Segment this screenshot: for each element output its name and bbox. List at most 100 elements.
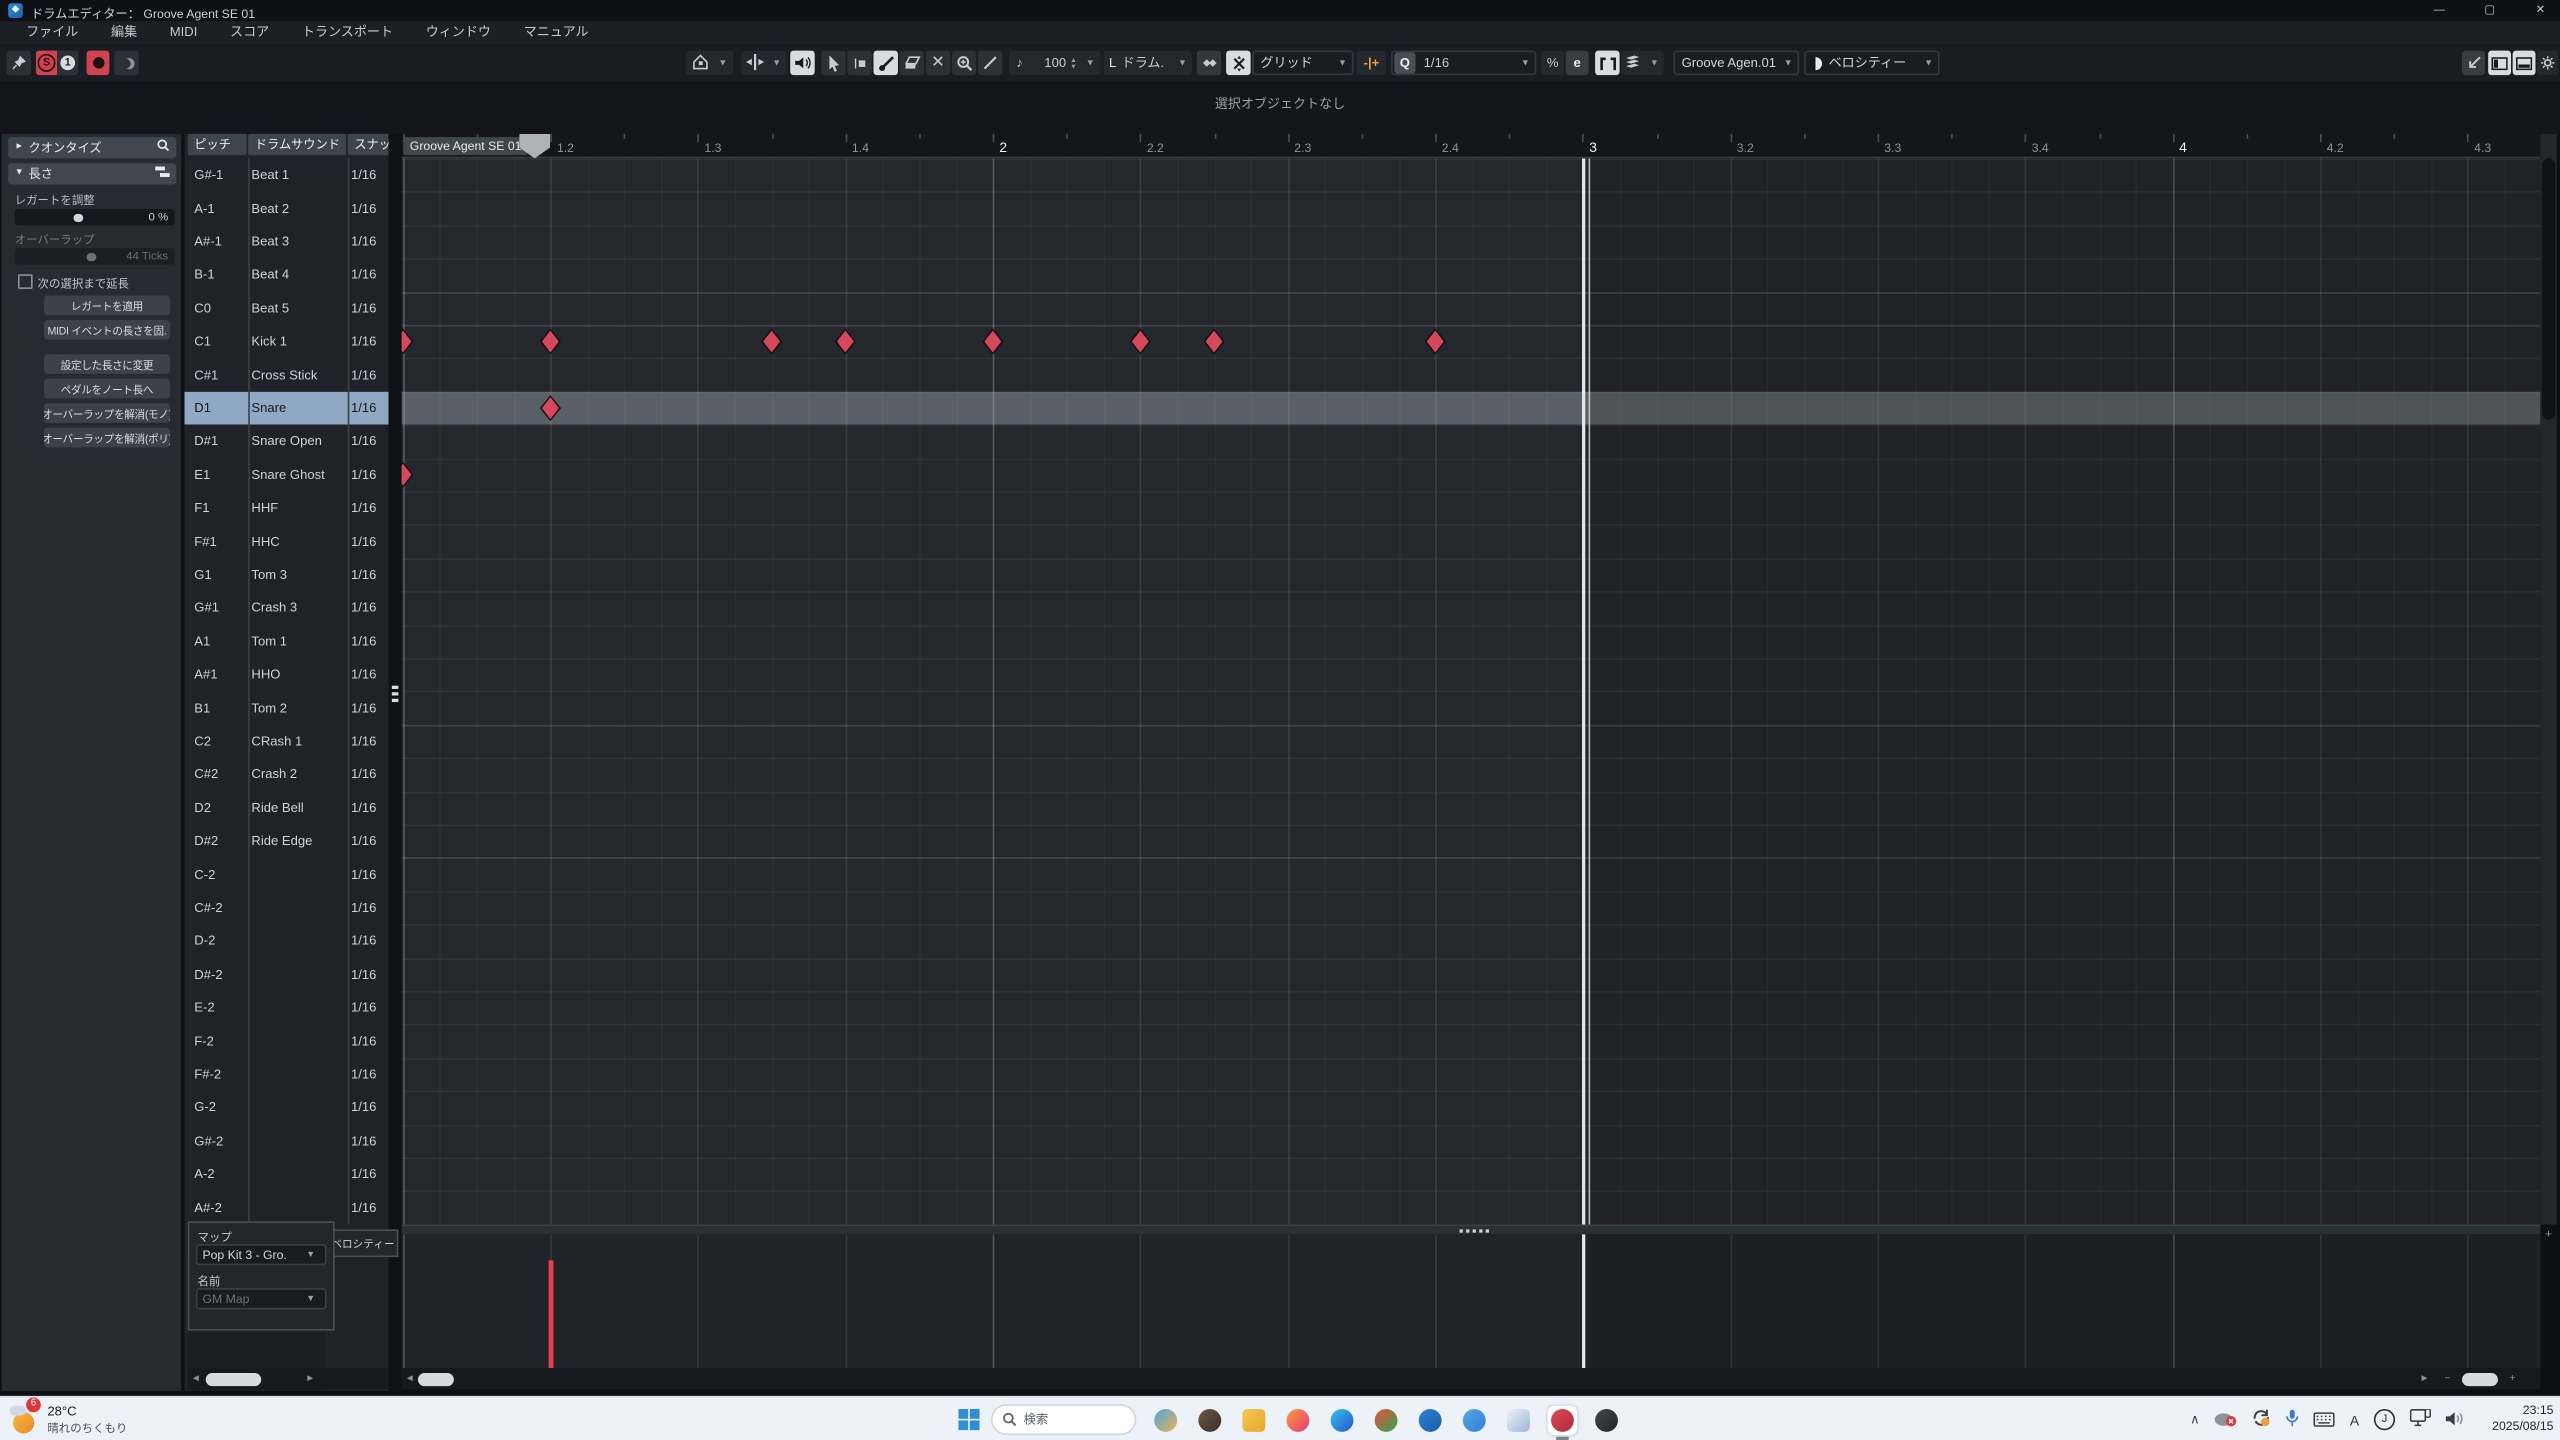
panel-button-5[interactable]: オーバーラップを解消(ポリ) — [44, 428, 170, 447]
solo-button[interactable]: S — [36, 51, 57, 75]
overlap-slider[interactable]: 44 Ticks — [15, 248, 175, 264]
clock[interactable]: 23:15 2025/08/15 — [2492, 1402, 2553, 1435]
drum-row-A1[interactable]: A1Tom 11/16 — [184, 625, 388, 658]
drum-row-D#1[interactable]: D#1Snare Open1/16 — [184, 425, 388, 458]
event-color-select[interactable]: ベロシティー ▼ — [1804, 51, 1940, 75]
drum-row-F#-2[interactable]: F#-21/16 — [184, 1058, 388, 1091]
display-cast-icon[interactable] — [2410, 1405, 2431, 1434]
vertical-scrollbar[interactable]: + — [2540, 134, 2556, 1225]
drum-row-snap[interactable]: 1/16 — [351, 967, 376, 982]
iterative-quantize-icon[interactable]: % — [1541, 51, 1564, 75]
velocity-value[interactable]: 100 — [1030, 56, 1066, 71]
object-selection-tool[interactable] — [821, 51, 845, 75]
drum-row-G#-1[interactable]: G#-1Beat 11/16 — [184, 158, 388, 191]
drum-note-C1-5[interactable] — [1130, 328, 1151, 354]
edit-active-part-group[interactable]: ▼ — [1621, 51, 1663, 75]
quantize-panel-icon[interactable]: e — [1566, 51, 1589, 75]
speaker-icon[interactable] — [2446, 1405, 2466, 1434]
drum-row-D#-2[interactable]: D#-21/16 — [184, 958, 388, 991]
drum-row-snap[interactable]: 1/16 — [351, 867, 376, 882]
line-tool[interactable] — [978, 51, 1002, 75]
drum-row-G#-2[interactable]: G#-21/16 — [184, 1124, 388, 1157]
drum-row-F1[interactable]: F1HHF1/16 — [184, 491, 388, 524]
snap-mode-select[interactable]: グリッド ▼ — [1252, 51, 1353, 75]
taskbar-app-recorder-app[interactable] — [1592, 1405, 1621, 1434]
drum-row-C-2[interactable]: C-21/16 — [184, 858, 388, 891]
acoustic-feedback-icon[interactable] — [114, 51, 138, 75]
drum-note-C1-0[interactable] — [402, 328, 414, 354]
drum-row-snap[interactable]: 1/16 — [351, 168, 376, 183]
column-separator[interactable] — [347, 158, 349, 1224]
taskbar-app-app-dark[interactable] — [1195, 1405, 1224, 1434]
column-header-pitch[interactable]: ピッチ — [188, 134, 247, 155]
drum-row-snap[interactable]: 1/16 — [351, 667, 376, 682]
column-separator[interactable] — [247, 158, 249, 1224]
drum-row-snap[interactable]: 1/16 — [351, 734, 376, 749]
drum-row-snap[interactable]: 1/16 — [351, 1134, 376, 1149]
auto-select-controller-group[interactable]: ▼ — [686, 51, 733, 75]
menu-item-6[interactable]: マニュアル — [507, 21, 605, 44]
drum-row-A-2[interactable]: A-21/16 — [184, 1158, 388, 1191]
drum-row-snap[interactable]: 1/16 — [351, 268, 376, 283]
autoscroll-group[interactable]: ▼ — [741, 51, 787, 75]
hzoom-plus[interactable]: + — [2504, 1374, 2520, 1384]
drum-row-B-1[interactable]: B-1Beat 41/16 — [184, 258, 388, 291]
drum-row-snap[interactable]: 1/16 — [351, 601, 376, 616]
vertical-zoom-plus[interactable]: + — [2540, 1226, 2556, 1246]
weather-temp[interactable]: 28°C — [47, 1404, 76, 1419]
drum-row-snap[interactable]: 1/16 — [351, 1100, 376, 1115]
drum-row-C2[interactable]: C2CRash 11/16 — [184, 725, 388, 758]
list-grid-divider[interactable] — [389, 134, 402, 1391]
taskbar-app-outlook[interactable] — [1416, 1405, 1445, 1434]
snap-toggle[interactable] — [1226, 51, 1250, 75]
lane-splitter[interactable] — [402, 1224, 2541, 1234]
legato-slider[interactable]: 0 % — [15, 209, 175, 225]
ime-mode-a[interactable]: A — [2350, 1411, 2359, 1427]
quantize-group[interactable]: Q 1/16 ▼ — [1391, 51, 1536, 75]
range-selection-tool[interactable]: I — [847, 51, 871, 75]
length-quantize-group[interactable]: L ドラム. ▼ — [1104, 51, 1192, 75]
drum-row-A#-2[interactable]: A#-21/16 — [184, 1191, 388, 1224]
drum-row-snap[interactable]: 1/16 — [351, 1034, 376, 1049]
panel-button-0[interactable]: レガートを適用 — [44, 296, 170, 315]
drum-row-snap[interactable]: 1/16 — [351, 1200, 376, 1215]
drum-row-snap[interactable]: 1/16 — [351, 1167, 376, 1182]
onedrive-error-icon[interactable] — [2214, 1405, 2237, 1434]
touch-keyboard-icon[interactable] — [2314, 1405, 2335, 1434]
section-quantize[interactable]: ► クオンタイズ — [8, 137, 176, 157]
part-name-tab[interactable]: Groove Agent SE 01 — [403, 137, 528, 155]
drum-row-snap[interactable]: 1/16 — [351, 534, 376, 549]
drum-row-A#1[interactable]: A#1HHO1/16 — [184, 658, 388, 691]
panel-button-2[interactable]: 設定した長さに変更 — [44, 354, 170, 373]
drum-row-C#2[interactable]: C#2Crash 21/16 — [184, 758, 388, 791]
left-zone-toggle[interactable] — [2488, 51, 2511, 75]
minimize-button[interactable]: — — [2426, 0, 2452, 21]
taskbar-app-widgets-app[interactable] — [1151, 1405, 1180, 1434]
menu-item-3[interactable]: スコア — [214, 21, 286, 44]
drum-row-snap[interactable]: 1/16 — [351, 1000, 376, 1015]
drum-row-E1[interactable]: E1Snare Ghost1/16 — [184, 458, 388, 491]
weather-widget-icon[interactable]: 6 — [10, 1402, 43, 1435]
splitter-drag-handle[interactable] — [1460, 1229, 1463, 1232]
acoustic-feedback-speaker-icon[interactable] — [790, 51, 814, 75]
scroll-left-icon[interactable]: ◄ — [402, 1374, 418, 1384]
timeline-ruler[interactable]: Groove Agent SE 01 1.21.31.422.22.32.433… — [402, 134, 2541, 158]
velocity-stepper[interactable]: ▲▼ — [1066, 56, 1081, 69]
scroll-right-icon[interactable]: ► — [2416, 1374, 2432, 1384]
drum-row-B1[interactable]: B1Tom 21/16 — [184, 691, 388, 724]
drum-row-snap[interactable]: 1/16 — [351, 900, 376, 915]
vertical-scrollbar-thumb[interactable] — [2542, 158, 2555, 419]
insert-velocity-group[interactable]: ♪ 100 ▲▼ ▼ — [1009, 51, 1100, 75]
drum-row-snap[interactable]: 1/16 — [351, 367, 376, 382]
drum-row-snap[interactable]: 1/16 — [351, 234, 376, 249]
drum-row-G#1[interactable]: G#1Crash 31/16 — [184, 591, 388, 624]
scroll-left-icon[interactable]: ◄ — [188, 1374, 204, 1384]
menu-item-0[interactable]: ファイル — [10, 21, 95, 44]
drum-row-D#2[interactable]: D#2Ride Edge1/16 — [184, 824, 388, 857]
name-select[interactable]: GM Map ▼ — [196, 1288, 327, 1309]
drum-row-snap[interactable]: 1/16 — [351, 634, 376, 649]
drum-row-A-1[interactable]: A-1Beat 21/16 — [184, 192, 388, 225]
map-select[interactable]: Pop Kit 3 - Gro. ▼ — [196, 1244, 327, 1265]
drum-note-C1-4[interactable] — [982, 328, 1003, 354]
hidden-icons-chevron[interactable]: ∧ — [2190, 1412, 2200, 1427]
